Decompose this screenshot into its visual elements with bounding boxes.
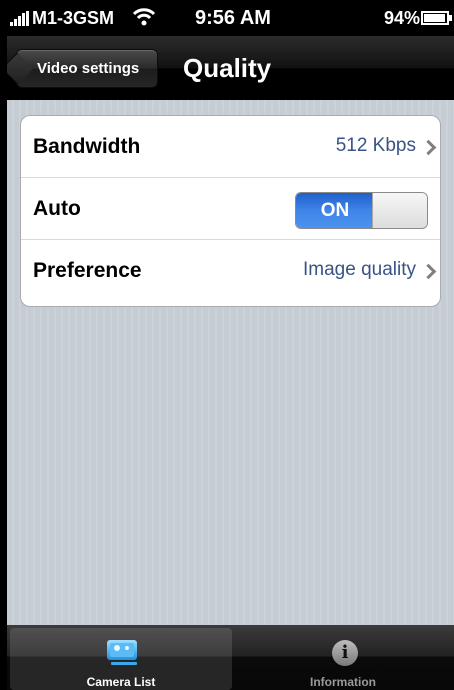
- auto-label: Auto: [33, 197, 81, 220]
- preference-row[interactable]: Preference Image quality: [21, 240, 440, 302]
- auto-row: Auto ON: [21, 178, 440, 240]
- settings-content: Bandwidth 512 Kbps Auto ON Preference Im…: [7, 100, 454, 625]
- bandwidth-row[interactable]: Bandwidth 512 Kbps: [21, 116, 440, 178]
- clock: 9:56 AM: [195, 7, 271, 29]
- tab-information-label: Information: [310, 675, 376, 689]
- back-arrow-icon: [7, 52, 34, 85]
- app-screen: M1-3GSM 9:56 AM 94% Video settings Quali…: [7, 0, 454, 690]
- tab-information[interactable]: i Information: [232, 628, 454, 690]
- bandwidth-label: Bandwidth: [33, 135, 141, 158]
- tab-camera-list[interactable]: Camera List: [10, 628, 232, 690]
- back-button[interactable]: Video settings: [7, 49, 158, 88]
- wifi-icon: [132, 8, 156, 26]
- bandwidth-value: 512 Kbps: [335, 135, 416, 156]
- info-icon: i: [332, 640, 358, 666]
- preference-label: Preference: [33, 259, 142, 282]
- signal-bars-icon: [10, 11, 29, 26]
- battery-icon: [421, 11, 452, 25]
- tab-camera-list-label: Camera List: [86, 675, 156, 689]
- back-button-label: Video settings: [37, 60, 140, 77]
- auto-toggle[interactable]: ON: [295, 192, 428, 229]
- preference-value: Image quality: [302, 259, 416, 280]
- battery-percentage: 94%: [384, 8, 421, 28]
- toggle-on-label: ON: [296, 193, 374, 228]
- settings-group: Bandwidth 512 Kbps Auto ON Preference Im…: [20, 115, 441, 307]
- page-title: Quality: [183, 53, 272, 83]
- carrier-name: M1-3GSM: [32, 8, 115, 28]
- tab-bar: Camera List i Information: [7, 625, 454, 690]
- chevron-right-icon: [420, 263, 437, 280]
- toggle-knob[interactable]: [372, 193, 427, 228]
- status-bar: M1-3GSM 9:56 AM 94%: [7, 0, 454, 36]
- navigation-bar: Video settings Quality: [7, 36, 454, 101]
- chevron-right-icon: [420, 139, 437, 156]
- camera-list-icon: [107, 640, 137, 665]
